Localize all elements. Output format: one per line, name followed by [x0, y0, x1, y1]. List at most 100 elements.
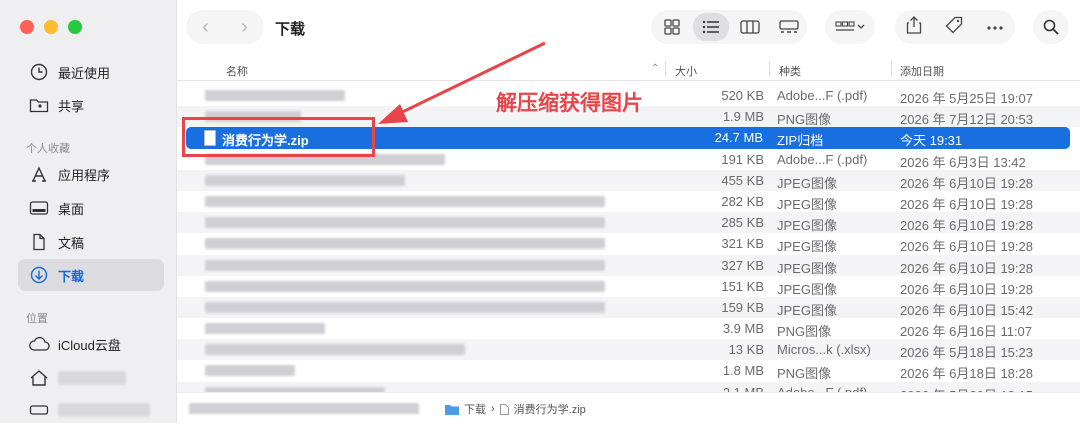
blurred-path [189, 403, 419, 414]
icon-view-button[interactable] [654, 13, 690, 41]
file-kind: JPEG图像 [777, 218, 837, 234]
blurred-filename [205, 259, 605, 271]
breadcrumb-folder[interactable]: 下载 [464, 401, 486, 417]
sidebar-item-label: 桌面 [58, 201, 85, 217]
file-date: 2026 年 6月10日 19:28 [900, 281, 1033, 297]
document-icon [28, 231, 50, 253]
blurred-filename [205, 301, 605, 313]
table-row[interactable]: 285 KB JPEG图像 2026 年 6月10日 19:28 [177, 212, 1080, 234]
file-kind: JPEG图像 [777, 175, 837, 191]
tag-button[interactable] [945, 16, 963, 39]
gallery-view-button[interactable] [771, 13, 807, 41]
column-view-button[interactable] [732, 13, 768, 41]
shared-folder-icon [28, 94, 50, 116]
view-mode-group [651, 10, 807, 44]
file-date: 2026 年 6月18日 18:28 [900, 366, 1033, 382]
table-row[interactable]: 327 KB JPEG图像 2026 年 6月10日 19:28 [177, 254, 1080, 276]
search-button[interactable] [1033, 10, 1069, 44]
nav-buttons: ‹ › [186, 10, 264, 44]
file-size: 455 KB [721, 172, 764, 188]
file-size: 151 KB [721, 278, 764, 294]
file-date: 2026 年 6月10日 15:42 [900, 302, 1033, 318]
file-kind: PNG图像 [777, 324, 832, 340]
sidebar-item-icloud[interactable]: iCloud云盘 [18, 328, 164, 360]
sidebar-item-disk[interactable] [18, 394, 164, 426]
cloud-icon [28, 333, 50, 355]
file-kind: JPEG图像 [777, 239, 837, 255]
column-separator [769, 61, 770, 77]
file-date: 2026 年 6月10日 19:28 [900, 196, 1033, 212]
grid-icon [664, 19, 680, 35]
sidebar-item-applications[interactable]: 应用程序 [18, 158, 164, 190]
section-header-favorites: 个人收藏 [26, 143, 70, 155]
table-row[interactable]: 13 KB Micros...k (.xlsx) 2026 年 5月18日 15… [177, 339, 1080, 361]
sidebar-item-documents[interactable]: 文稿 [18, 226, 164, 258]
sidebar-item-label: iCloud云盘 [58, 337, 121, 353]
sidebar-item-downloads[interactable]: 下载 [18, 259, 164, 291]
forward-button[interactable]: › [241, 17, 248, 37]
zoom-button[interactable] [68, 20, 82, 34]
file-size: 1.8 MB [722, 363, 764, 379]
file-size: 327 KB [721, 257, 764, 273]
apps-icon [28, 163, 50, 185]
column-separator [891, 61, 892, 77]
table-row[interactable]: 1.8 MB PNG图像 2026 年 6月18日 18:28 [177, 360, 1080, 381]
minimize-button[interactable] [44, 20, 58, 34]
more-button[interactable] [986, 18, 1004, 36]
file-kind: Adobe...F (.pdf) [777, 151, 868, 167]
sidebar-item-desktop[interactable]: 桌面 [18, 192, 164, 224]
tag-icon [945, 16, 963, 33]
file-date: 2026 年 6月10日 19:28 [900, 175, 1033, 191]
column-size-header[interactable]: 大小 [675, 63, 697, 79]
share-button[interactable] [906, 15, 922, 39]
file-size: 13 KB [728, 342, 764, 358]
close-button[interactable] [20, 20, 34, 34]
sidebar-item-label: 应用程序 [58, 167, 111, 183]
blurred-filename [205, 280, 605, 292]
back-button[interactable]: ‹ [202, 17, 209, 37]
file-kind: Micros...k (.xlsx) [777, 342, 871, 358]
file-date: 2026 年 7月12日 20:53 [900, 112, 1033, 128]
list-icon [702, 20, 719, 34]
file-kind: JPEG图像 [777, 196, 837, 212]
sidebar-item-recents[interactable]: 最近使用 [18, 56, 164, 88]
table-row[interactable]: 455 KB JPEG图像 2026 年 6月10日 19:28 [177, 169, 1080, 191]
column-date-header[interactable]: 添加日期 [900, 63, 944, 79]
file-kind: JPEG图像 [777, 302, 837, 318]
sidebar-item-label: 最近使用 [58, 65, 111, 81]
search-icon [1043, 19, 1059, 35]
sidebar-item-home[interactable] [18, 362, 164, 394]
download-icon [28, 264, 50, 286]
file-kind: JPEG图像 [777, 281, 837, 297]
sidebar-item-label: 共享 [58, 98, 85, 114]
file-size: 321 KB [721, 236, 764, 252]
desktop-icon [28, 197, 50, 219]
file-kind: PNG图像 [777, 112, 832, 128]
file-date: 今天 19:31 [900, 133, 963, 149]
table-row[interactable]: 3.9 MB PNG图像 2026 年 6月16日 11:07 [177, 318, 1080, 339]
sort-chevron-icon[interactable]: ⌃ [651, 63, 659, 74]
sidebar: 最近使用 共享 个人收藏 应用程序 桌面 文稿 下载 位置 iCloud云盘 [0, 0, 177, 423]
column-kind-header[interactable]: 种类 [779, 63, 801, 79]
ellipsis-icon [987, 26, 1003, 30]
table-row[interactable]: 321 KB JPEG图像 2026 年 6月10日 19:28 [177, 233, 1080, 254]
breadcrumb: 下载 › 消费行为学.zip [445, 401, 586, 417]
annotation-highlight-box [182, 117, 375, 157]
table-row[interactable]: 151 KB JPEG图像 2026 年 6月10日 19:28 [177, 276, 1080, 297]
column-separator [665, 61, 666, 77]
column-name-header[interactable]: 名称 [226, 63, 248, 79]
clock-icon [28, 61, 50, 83]
table-row[interactable]: 159 KB JPEG图像 2026 年 6月10日 15:42 [177, 296, 1080, 319]
group-by-button[interactable] [825, 10, 875, 44]
actions-group [895, 10, 1015, 44]
breadcrumb-file[interactable]: 消费行为学.zip [514, 401, 586, 417]
list-view-button[interactable] [693, 13, 729, 41]
finder-window: 最近使用 共享 个人收藏 应用程序 桌面 文稿 下载 位置 iCloud云盘 ‹… [0, 0, 1080, 423]
sidebar-item-shared[interactable]: 共享 [18, 89, 164, 121]
table-row[interactable]: 282 KB JPEG图像 2026 年 6月10日 19:28 [177, 191, 1080, 212]
breadcrumb-separator: › [491, 403, 495, 415]
toolbar: ‹ › 下载 [177, 0, 1080, 56]
sidebar-item-label: 下载 [58, 268, 85, 284]
section-header-locations: 位置 [26, 313, 48, 325]
path-bar: 下载 › 消费行为学.zip [177, 392, 1080, 423]
